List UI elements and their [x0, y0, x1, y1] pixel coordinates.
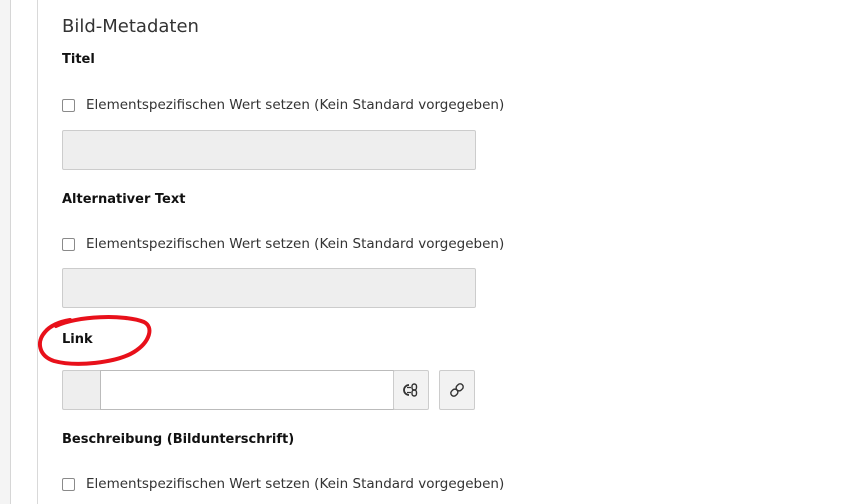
titel-override-checkbox[interactable] [62, 98, 75, 112]
link-browser-icon [403, 383, 418, 397]
link-prefix-addon [62, 370, 100, 410]
alternativer-text-override-checkbox[interactable] [62, 237, 75, 251]
titel-override-row[interactable]: Elementspezifischen Wert setzen (Kein St… [62, 95, 504, 115]
left-gutter [0, 0, 11, 504]
titel-override-label[interactable]: Elementspezifischen Wert setzen (Kein St… [86, 97, 504, 113]
field-label-link: Link [62, 332, 93, 347]
titel-input-disabled [62, 130, 476, 170]
link-browser-button[interactable] [393, 370, 429, 410]
link-icon [450, 383, 464, 397]
field-label-alternativer-text: Alternativer Text [62, 192, 186, 207]
beschreibung-override-row[interactable]: Elementspezifischen Wert setzen (Kein St… [62, 474, 504, 494]
link-popup-button[interactable] [439, 370, 475, 410]
alternativer-text-override-label[interactable]: Elementspezifischen Wert setzen (Kein St… [86, 236, 504, 252]
alternativer-text-override-row[interactable]: Elementspezifischen Wert setzen (Kein St… [62, 234, 504, 254]
beschreibung-override-label[interactable]: Elementspezifischen Wert setzen (Kein St… [86, 476, 504, 492]
field-label-beschreibung: Beschreibung (Bildunterschrift) [62, 432, 295, 447]
beschreibung-override-checkbox[interactable] [62, 477, 75, 491]
field-label-titel: Titel [62, 52, 95, 67]
link-field-group [62, 370, 394, 410]
alternativer-text-input-disabled [62, 268, 476, 308]
link-input[interactable] [100, 370, 394, 410]
section-title: Bild-Metadaten [62, 16, 199, 37]
